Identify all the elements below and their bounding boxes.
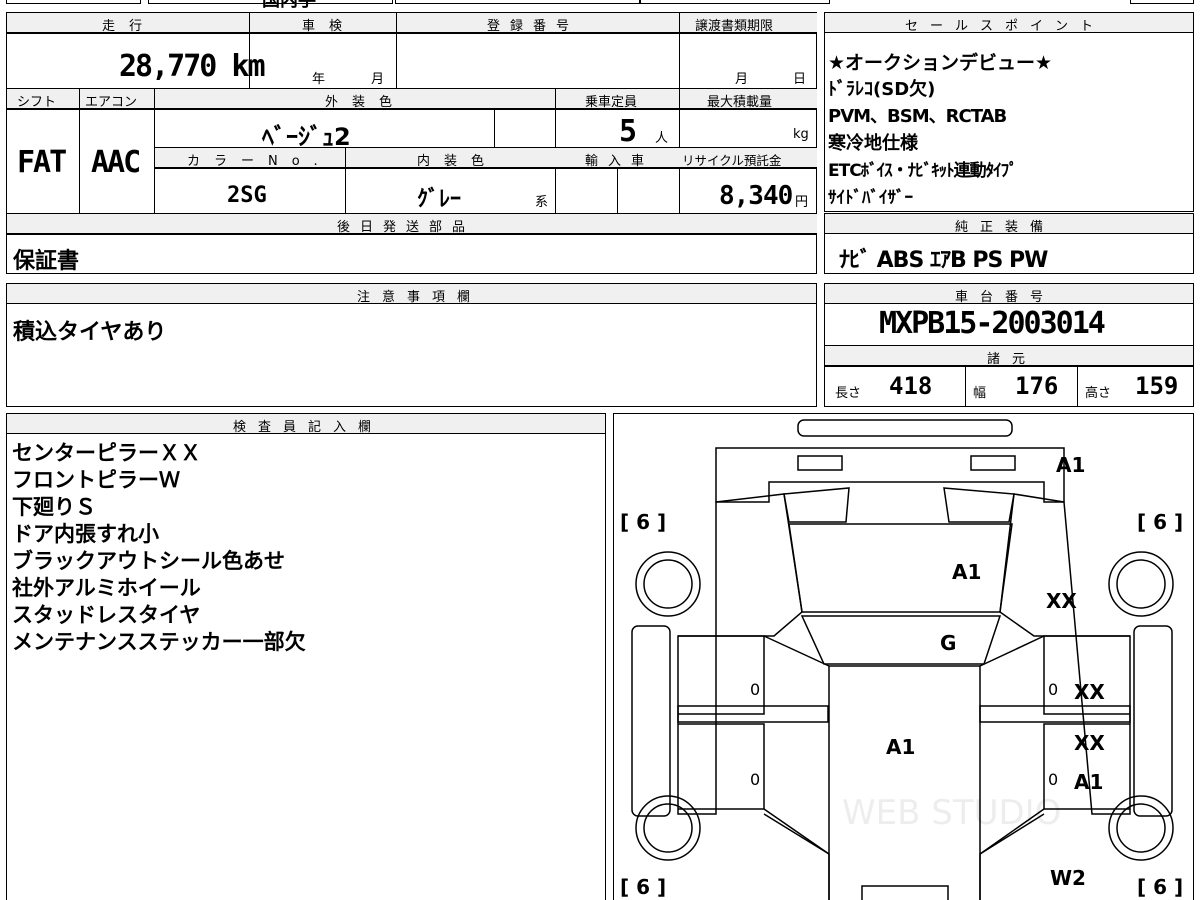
chassis-header: 車台番号: [955, 290, 1056, 305]
capacity-value: 5: [619, 114, 638, 149]
sales-point-3: PVM、BSM、RCTAB: [828, 106, 1007, 127]
later-parts-header: 後日発送部品: [337, 220, 476, 235]
mileage-header: 走行: [102, 19, 157, 34]
spec-width-label: 幅: [973, 386, 987, 401]
notes-panel: 注意事項欄 積込タイヤあり: [6, 283, 817, 407]
mark-windshield: G: [940, 631, 956, 655]
mark-right-front-door: XX: [1074, 680, 1105, 704]
shift-value: FAT: [17, 145, 67, 180]
genuine-equipment-panel: 純正装備 ﾅﾋﾞ ABS ｴｱB PS PW: [824, 213, 1194, 274]
sales-point-5: ETCﾎﾞｲｽ・ﾅﾋﾞｷｯﾄ連動ﾀｲﾌﾟ: [828, 161, 1018, 181]
inspector-lines: センターピラーＸＸ フロントピラーＷ 下廻りＳ ドア内張すれ小 ブラックアウトシ…: [12, 440, 306, 656]
top-strip-right2: [640, 0, 830, 4]
top-strip-right3: [1130, 0, 1194, 4]
zero-left-rear: 0: [750, 770, 760, 789]
spec-height-label: 高さ: [1085, 386, 1112, 401]
car-diagram-panel: [ 6 ] [ 6 ] [ 6 ] [ 6 ] A1 A1 XX G XX XX…: [613, 413, 1194, 900]
top-strip-right1: [395, 0, 640, 4]
inspector-line: ブラックアウトシール色あせ: [12, 549, 285, 573]
tire-tread-right-rear: [ 6 ]: [1137, 875, 1183, 899]
zero-right-front: 0: [1048, 680, 1058, 699]
spec-length-value: 418: [889, 372, 933, 400]
max-load-unit: kg: [793, 127, 809, 142]
chassis-panel: 車台番号 MXPB15-2003014 諸元 長さ 418 幅 176 高さ 1…: [824, 283, 1194, 407]
recycle-unit: 円: [795, 195, 809, 210]
tire-tread-right-front: [ 6 ]: [1137, 510, 1183, 534]
main-info-table: 走行 車検 登録番号 譲渡書類期限 28,770 km 年 月 月 日 シフト …: [6, 12, 817, 274]
transfer-deadline-header: 譲渡書類期限: [695, 19, 774, 34]
aircon-header: エアコン: [85, 95, 138, 110]
inspection-header: 車検: [302, 19, 357, 34]
mark-right-rear-door: A1: [1074, 770, 1103, 794]
genuine-equipment-header: 純正装備: [955, 220, 1056, 235]
shift-header: シフト: [17, 95, 57, 110]
sales-points-panel: セールスポイント ★オークションデビュー★ ﾄﾞﾗﾚｺ(SD欠) PVM、BSM…: [824, 12, 1194, 212]
inspector-line: フロントピラーＷ: [12, 468, 180, 492]
later-parts-value: 保証書: [13, 249, 80, 274]
mark-front-bumper: A1: [1056, 453, 1085, 477]
interior-color-value: ｸﾞﾚｰ: [417, 187, 462, 212]
sales-point-6: ｻｲﾄﾞﾊﾞｲｻﾞｰ: [828, 188, 913, 208]
tire-tread-left-rear: [ 6 ]: [620, 875, 666, 899]
mark-roof: A1: [886, 735, 915, 759]
color-no-value: 2SG: [227, 183, 267, 208]
transfer-day-unit: 日: [793, 72, 807, 87]
inspector-line: 社外アルミホイール: [12, 576, 201, 600]
inspector-header: 検査員記入欄: [233, 420, 384, 435]
top-strip-text: 国内手: [262, 0, 316, 11]
mileage-value: 28,770 km: [119, 49, 266, 84]
registration-header: 登録番号: [487, 19, 580, 34]
top-strip-left: [6, 0, 141, 4]
sales-point-1: ★オークションデビュー★: [828, 52, 1053, 74]
car-diagram: [ 6 ] [ 6 ] [ 6 ] [ 6 ] A1 A1 XX G XX XX…: [620, 419, 1183, 900]
tire-tread-left-front: [ 6 ]: [620, 510, 666, 534]
notes-value: 積込タイヤあり: [13, 320, 167, 345]
capacity-header: 乗車定員: [585, 95, 638, 110]
spec-length-label: 長さ: [835, 386, 862, 401]
inspection-year-unit: 年: [312, 72, 326, 87]
chassis-number: MXPB15-2003014: [879, 306, 1106, 341]
aircon-value: AAC: [91, 145, 141, 180]
sales-points-header: セールスポイント: [905, 19, 1106, 34]
specs-header: 諸元: [987, 352, 1038, 367]
mark-hood: A1: [952, 560, 981, 584]
interior-color-header: 内装色: [417, 154, 499, 169]
inspector-line: ドア内張すれ小: [12, 522, 159, 546]
color-no-header: カラーNo.: [187, 154, 332, 169]
transfer-month-unit: 月: [735, 72, 749, 87]
notes-header: 注意事項欄: [357, 290, 483, 305]
mark-right-fender: XX: [1046, 589, 1077, 613]
sales-point-2: ﾄﾞﾗﾚｺ(SD欠): [828, 79, 936, 100]
inspector-line: スタッドレスタイヤ: [12, 603, 201, 627]
exterior-color-header: 外装色: [325, 95, 407, 110]
zero-right-rear: 0: [1048, 770, 1058, 789]
capacity-unit: 人: [655, 131, 669, 146]
recycle-header: リサイクル預託金: [682, 153, 782, 168]
inspection-month-unit: 月: [371, 72, 385, 87]
interior-color-suffix: 系: [535, 195, 549, 210]
mark-right-rear: W2: [1050, 866, 1086, 890]
inspector-line: メンテナンスステッカー一部欠: [12, 630, 306, 654]
inspector-panel: 検査員記入欄 センターピラーＸＸ フロントピラーＷ 下廻りＳ ドア内張すれ小 ブ…: [6, 413, 606, 900]
sales-point-4: 寒冷地仕様: [828, 133, 918, 154]
inspector-line: センターピラーＸＸ: [12, 441, 201, 465]
import-header: 輸入車: [585, 154, 655, 169]
inspector-line: 下廻りＳ: [12, 495, 96, 519]
spec-height-value: 159: [1135, 372, 1179, 400]
spec-width-value: 176: [1015, 372, 1059, 400]
max-load-header: 最大積載量: [707, 95, 773, 110]
zero-left-front: 0: [750, 680, 760, 699]
genuine-equipment-value: ﾅﾋﾞ ABS ｴｱB PS PW: [839, 248, 1048, 273]
recycle-value: 8,340: [719, 181, 793, 211]
mark-right-rear-door-top: XX: [1074, 731, 1105, 755]
watermark: WEB STUDIO: [842, 793, 1061, 833]
